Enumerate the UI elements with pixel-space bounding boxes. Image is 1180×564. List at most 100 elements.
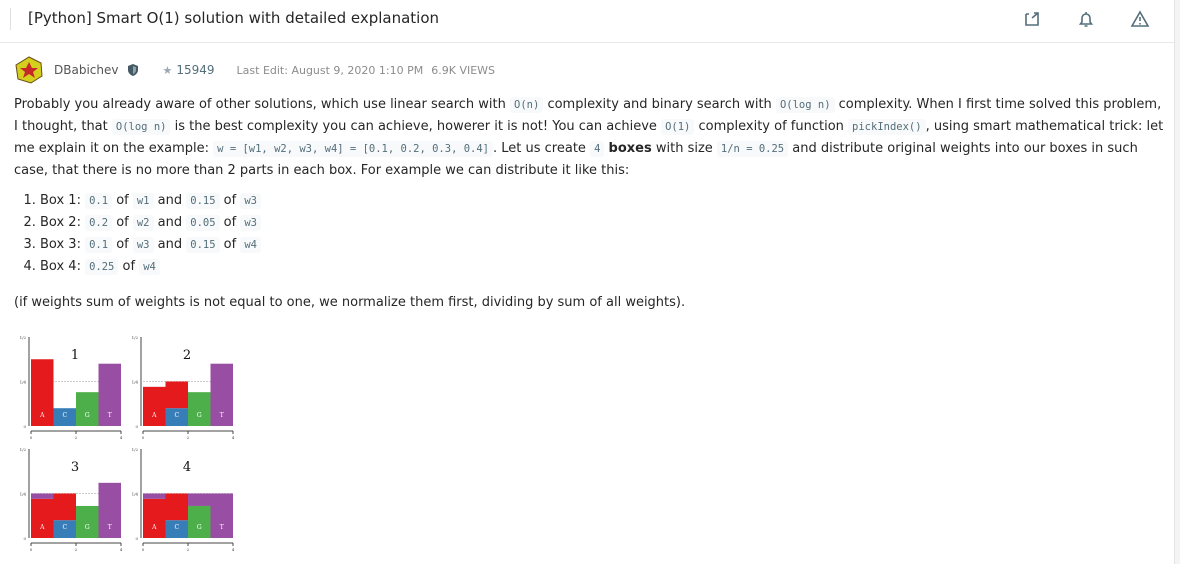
avatar[interactable] [14, 56, 44, 84]
username-link[interactable]: DBabichev [54, 63, 118, 77]
inline-code: O(n) [510, 97, 544, 113]
inline-code: 0.2 [85, 215, 113, 231]
view-count: 6.9K VIEWS [431, 63, 496, 77]
text-segment: is the best complexity you can achieve, … [170, 119, 662, 134]
inline-code: 4 [590, 141, 605, 157]
y-tick-label: 1/4 [20, 380, 27, 385]
inline-code: w4 [139, 259, 160, 275]
text-segment: of [118, 259, 140, 274]
bar-label: T [108, 412, 112, 419]
inline-code: w3 [132, 237, 154, 253]
bar-segment [31, 493, 54, 499]
panel-label: 1 [71, 348, 79, 363]
text-segment: complexity and binary search with [543, 97, 776, 112]
inline-code: O(log n) [775, 97, 835, 113]
inline-code: w2 [132, 215, 154, 231]
y-tick-label: 1/2 [20, 447, 27, 452]
text-segment: and [153, 193, 187, 208]
bar-segment [188, 392, 211, 426]
inline-code: pickIndex() [848, 119, 926, 135]
bar-label: G [85, 524, 90, 531]
inline-code: O(1) [661, 119, 695, 135]
x-tick-label: 0 [30, 547, 33, 552]
x-tick-label: 2 [75, 435, 78, 440]
bar-segment [188, 505, 211, 538]
inline-code: w3 [240, 215, 261, 231]
inline-code: w1 [132, 193, 154, 209]
inline-code: w3 [240, 193, 261, 209]
text-segment: of [219, 215, 241, 230]
text-segment: Box 3: [40, 237, 86, 252]
y-tick-label: 1/4 [132, 492, 139, 497]
x-tick-label: 4 [120, 547, 123, 552]
y-tick-label: 0 [23, 424, 26, 429]
share-icon[interactable] [1022, 9, 1042, 33]
y-tick-label: 0 [135, 536, 138, 541]
inline-code: 0.25 [85, 259, 119, 275]
post-meta: DBabichev ★ 15949 Last Edit: August 9, 2… [14, 56, 495, 84]
list-item: Box 3: 0.1 of w3 and 0.15 of w4 [40, 234, 1164, 256]
bar-label: G [85, 412, 90, 419]
post-header: [Python] Smart O(1) solution with detail… [0, 0, 1180, 43]
bar-label: C [62, 524, 67, 531]
inline-code: 0.1 [85, 193, 113, 209]
y-tick-label: 1/4 [20, 492, 27, 497]
post-content: Probably you already aware of other solu… [14, 94, 1164, 314]
bar-label: G [197, 524, 202, 531]
y-tick-label: 0 [135, 424, 138, 429]
bar-segment [165, 493, 188, 521]
x-tick-label: 0 [142, 435, 145, 440]
bar-label: A [151, 524, 157, 531]
scrollbar[interactable] [1174, 0, 1180, 564]
text-segment: of [112, 193, 133, 208]
inline-code: w4 [240, 237, 261, 253]
bold-text: boxes [608, 141, 652, 156]
x-tick-label: 4 [232, 435, 235, 440]
bar-segment [53, 493, 76, 521]
bar-segment [143, 498, 166, 538]
inline-code: 0.15 [186, 193, 220, 209]
text-segment: of [219, 237, 241, 252]
shield-badge-icon [128, 64, 139, 76]
text-segment: Box 4: [40, 259, 86, 274]
list-item: Box 4: 0.25 of w4 [40, 256, 1164, 278]
intro-paragraph: Probably you already aware of other solu… [14, 94, 1164, 182]
inline-code: 1/n = 0.25 [716, 141, 789, 157]
y-tick-label: 1/2 [132, 447, 139, 452]
bar-segment [143, 493, 166, 499]
text-segment: Box 2: [40, 215, 86, 230]
warning-icon[interactable] [1130, 9, 1150, 33]
inline-code: 0.05 [186, 215, 220, 231]
panel-label: 4 [183, 460, 191, 475]
text-segment: complexity of function [694, 119, 849, 134]
text-segment: Probably you already aware of other solu… [14, 97, 511, 112]
bar-label: T [220, 412, 224, 419]
y-tick-label: 0 [23, 536, 26, 541]
x-tick-label: 4 [120, 435, 123, 440]
x-tick-label: 0 [142, 547, 145, 552]
bar-label: A [39, 524, 45, 531]
inline-code: 0.15 [186, 237, 220, 253]
panel-label: 3 [71, 460, 79, 475]
bar-label: A [151, 412, 157, 419]
bar-label: C [174, 524, 179, 531]
divider [10, 8, 11, 30]
text-segment: . Let us create [493, 141, 591, 156]
bar-segment [143, 386, 166, 426]
bar-segment [76, 392, 99, 426]
text-segment: with size [651, 141, 717, 156]
list-item: Box 2: 0.2 of w2 and 0.05 of w3 [40, 212, 1164, 234]
bar-segment [210, 493, 233, 538]
text-segment: of [219, 193, 241, 208]
text-segment: and [153, 237, 187, 252]
bar-segment [76, 505, 99, 538]
text-segment: of [112, 215, 133, 230]
bar-label: T [220, 524, 224, 531]
box-list: Box 1: 0.1 of w1 and 0.15 of w3Box 2: 0.… [14, 190, 1164, 278]
boxes-figure: 0 1/4 1/2 0 2 4 A C G T 1 0 1/4 1/2 0 2 4 A C G T 2 0 1/4 1/2 0 2 4… [20, 335, 235, 552]
last-edit: Last Edit: August 9, 2020 1:10 PM [236, 63, 424, 77]
bar-label: T [108, 524, 112, 531]
bell-icon[interactable] [1076, 9, 1096, 33]
y-tick-label: 1/4 [132, 380, 139, 385]
bar-label: C [62, 412, 67, 419]
